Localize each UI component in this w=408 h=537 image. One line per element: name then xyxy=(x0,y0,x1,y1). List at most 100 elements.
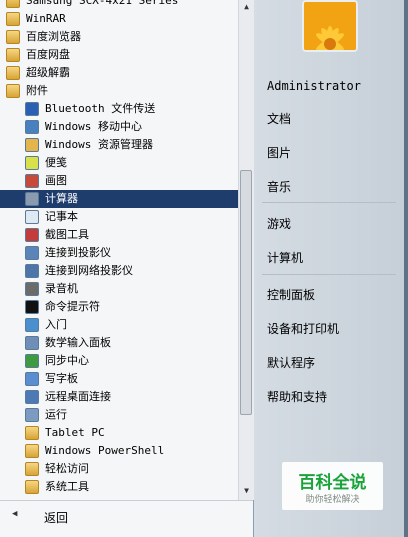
program-item[interactable]: 录音机 xyxy=(0,280,238,298)
remote-desktop-icon xyxy=(25,390,39,404)
program-item[interactable]: 连接到网络投影仪 xyxy=(0,262,238,280)
program-item[interactable]: 连接到投影仪 xyxy=(0,244,238,262)
user-avatar[interactable] xyxy=(302,0,358,52)
right-item-default-programs[interactable]: 默认程序 xyxy=(267,354,315,371)
program-label: 命令提示符 xyxy=(45,300,100,313)
program-item[interactable]: 写字板 xyxy=(0,370,238,388)
watermark-title: 百科全说 xyxy=(298,473,367,493)
program-label: Tablet PC xyxy=(45,426,105,439)
sync-center-icon xyxy=(25,354,39,368)
program-label: 便笺 xyxy=(45,156,67,169)
program-label: 远程桌面连接 xyxy=(45,390,111,403)
program-label: Windows PowerShell xyxy=(45,444,165,457)
desktop-edge xyxy=(404,0,408,537)
right-item-music[interactable]: 音乐 xyxy=(267,178,291,195)
program-label: 截图工具 xyxy=(45,228,89,241)
snipping-tool-icon xyxy=(25,228,39,242)
folder-icon xyxy=(6,84,20,98)
program-item[interactable]: 记事本 xyxy=(0,208,238,226)
program-folder[interactable]: Samsung SCX-4x21 Series xyxy=(0,0,238,10)
program-label: 同步中心 xyxy=(45,354,89,367)
folder-icon xyxy=(6,12,20,26)
program-item[interactable]: 命令提示符 xyxy=(0,298,238,316)
right-item-devices-printers[interactable]: 设备和打印机 xyxy=(267,320,339,337)
program-item[interactable]: 画图 xyxy=(0,172,238,190)
mobility-center-icon xyxy=(25,120,39,134)
program-list: Samsung SCX-4x21 Series WinRAR 百度浏览器百度网盘超级… xyxy=(0,0,238,496)
program-item[interactable]: Windows 资源管理器 xyxy=(0,136,238,154)
folder-icon xyxy=(25,480,39,494)
program-label: Windows 资源管理器 xyxy=(45,138,153,151)
program-folder[interactable]: Windows PowerShell xyxy=(0,442,238,460)
program-folder[interactable]: 轻松访问 xyxy=(0,460,238,478)
program-item[interactable]: 运行 xyxy=(0,406,238,424)
all-programs-panel: Samsung SCX-4x21 Series WinRAR 百度浏览器百度网盘超级… xyxy=(0,0,254,537)
program-label: 录音机 xyxy=(45,282,78,295)
program-item[interactable]: 同步中心 xyxy=(0,352,238,370)
program-label: 轻松访问 xyxy=(45,462,89,475)
program-folder[interactable]: 百度网盘 xyxy=(0,46,238,64)
username-label[interactable]: Administrator xyxy=(267,79,361,93)
back-label: 返回 xyxy=(44,511,69,525)
program-item[interactable]: Windows 移动中心 xyxy=(0,118,238,136)
program-label: 连接到投影仪 xyxy=(45,246,111,259)
watermark: 百科全说 助你轻松解决 xyxy=(282,462,383,510)
program-item[interactable]: 计算器 xyxy=(0,190,238,208)
calculator-icon xyxy=(25,192,39,206)
network-projector-icon xyxy=(25,264,39,278)
sticky-notes-icon xyxy=(25,156,39,170)
program-label: Samsung SCX-4x21 Series xyxy=(26,0,179,7)
right-item-control-panel[interactable]: 控制面板 xyxy=(267,286,315,303)
folder-icon xyxy=(25,426,39,440)
scroll-up-icon[interactable]: ▲ xyxy=(239,0,254,14)
cmd-icon xyxy=(25,300,39,314)
program-label: 超级解霸 xyxy=(26,66,70,79)
program-label: 写字板 xyxy=(45,372,78,385)
right-item-help-support[interactable]: 帮助和支持 xyxy=(267,388,327,405)
program-item[interactable]: 便笺 xyxy=(0,154,238,172)
folder-icon xyxy=(6,48,20,62)
scroll-down-icon[interactable]: ▼ xyxy=(239,484,254,498)
program-item[interactable]: Bluetooth 文件传送 xyxy=(0,100,238,118)
program-label: 记事本 xyxy=(45,210,78,223)
scrollbar[interactable]: ▲ ▼ xyxy=(238,0,254,500)
right-separator xyxy=(262,274,396,275)
program-item[interactable]: 入门 xyxy=(0,316,238,334)
program-label: 百度浏览器 xyxy=(26,30,81,43)
right-item-games[interactable]: 游戏 xyxy=(267,215,291,232)
program-item[interactable]: 数学输入面板 xyxy=(0,334,238,352)
program-item[interactable]: 截图工具 xyxy=(0,226,238,244)
microphone-icon xyxy=(25,282,39,296)
getting-started-icon xyxy=(25,318,39,332)
program-folder[interactable]: Tablet PC xyxy=(0,424,238,442)
program-item[interactable]: 远程桌面连接 xyxy=(0,388,238,406)
program-label: Bluetooth 文件传送 xyxy=(45,102,156,115)
right-separator xyxy=(262,202,396,203)
run-icon xyxy=(25,408,39,422)
program-label: 数学输入面板 xyxy=(45,336,111,349)
program-label: 百度网盘 xyxy=(26,48,70,61)
right-item-pictures[interactable]: 图片 xyxy=(267,144,291,161)
folder-icon xyxy=(25,444,39,458)
right-item-documents[interactable]: 文档 xyxy=(267,110,291,127)
program-label: 运行 xyxy=(45,408,67,421)
program-folder[interactable]: WinRAR xyxy=(0,10,238,28)
explorer-icon xyxy=(25,138,39,152)
folder-icon xyxy=(6,0,20,8)
folder-icon xyxy=(25,462,39,476)
right-item-computer[interactable]: 计算机 xyxy=(267,249,303,266)
program-label: 画图 xyxy=(45,174,67,187)
program-folder[interactable]: 超级解霸 xyxy=(0,64,238,82)
notepad-icon xyxy=(25,210,39,224)
wordpad-icon xyxy=(25,372,39,386)
paint-icon xyxy=(25,174,39,188)
program-label: Windows 移动中心 xyxy=(45,120,142,133)
program-label: WinRAR xyxy=(26,12,66,25)
program-folder[interactable]: 系统工具 xyxy=(0,478,238,496)
program-folder[interactable]: 百度浏览器 xyxy=(0,28,238,46)
back-button[interactable]: ◀ 返回 xyxy=(0,500,253,533)
scroll-thumb[interactable] xyxy=(240,170,252,415)
program-folder[interactable]: 附件 xyxy=(0,82,238,100)
program-label: 入门 xyxy=(45,318,67,331)
folder-icon xyxy=(6,30,20,44)
